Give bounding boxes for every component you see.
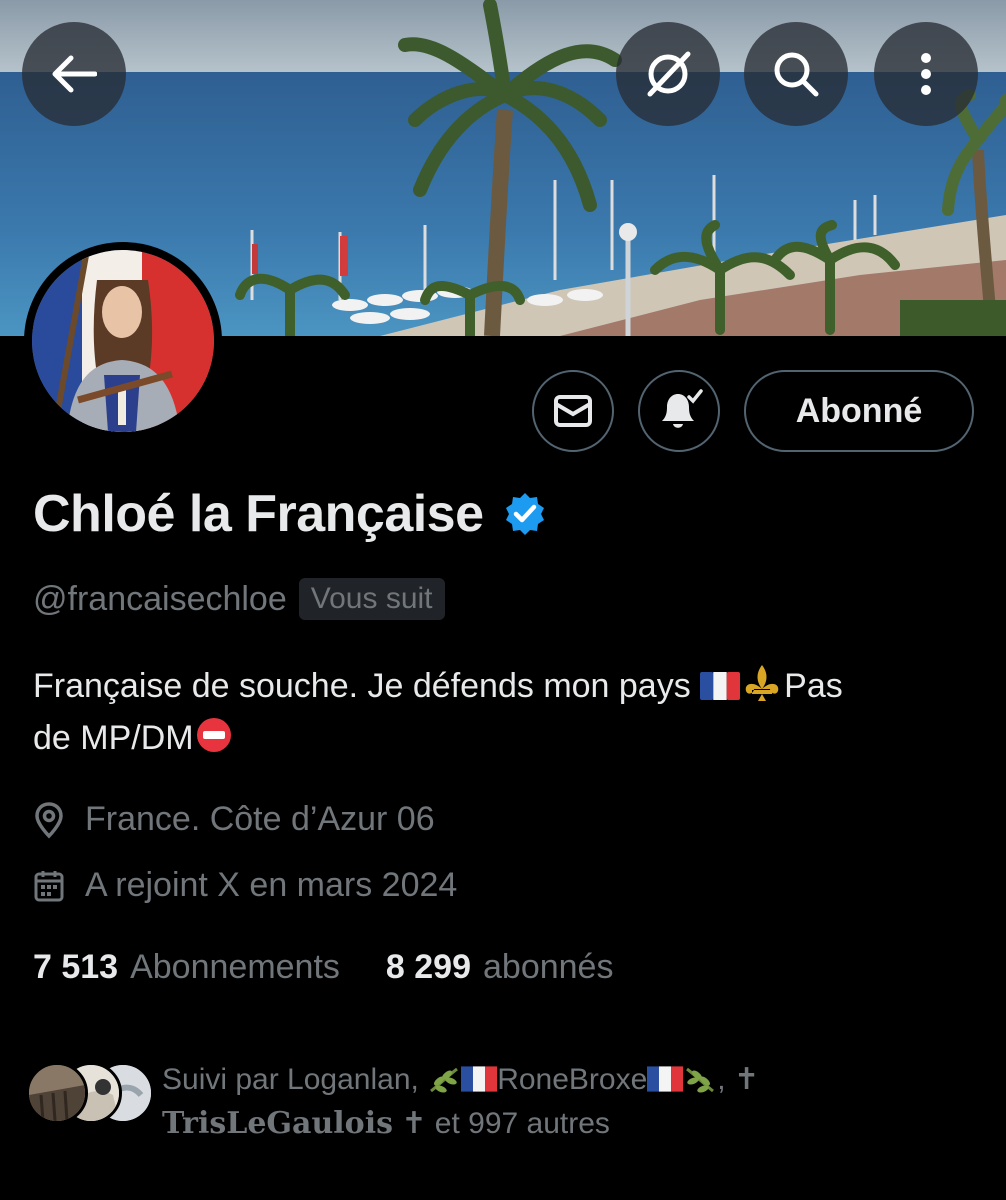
arrow-left-icon [52, 55, 97, 93]
fleur-de-lis-icon [745, 665, 779, 701]
following-count: 7 513 [33, 948, 119, 986]
bio-text-2: de MP/DM [33, 719, 194, 757]
followed-by-prefix: Suivi par Loganlan, [162, 1063, 428, 1096]
more-button[interactable] [874, 22, 978, 126]
mutual-name-3: TrisLeGaulois [162, 1106, 393, 1141]
location-row: France. Côte d’Azur 06 [33, 800, 435, 839]
cross-glyph: ✝ [401, 1107, 427, 1140]
calendar-icon [34, 870, 64, 901]
notifications-button[interactable] [638, 370, 720, 452]
grok-icon [647, 51, 691, 97]
bio-text-1: Française de souche. Je défends mon pays [33, 667, 701, 705]
mutual-name-2: RoneBroxe [497, 1063, 648, 1096]
bell-check-icon [662, 389, 703, 428]
separator: , [717, 1063, 734, 1096]
following-stat[interactable]: 7 513 Abonnements [33, 948, 340, 987]
followers-stat[interactable]: 8 299 abonnés [386, 948, 614, 987]
mail-icon [554, 395, 592, 427]
france-flag-icon [461, 1066, 498, 1092]
bio-text-1-end: Pas [784, 667, 843, 705]
search-icon [774, 52, 819, 97]
joined-row: A rejoint X en mars 2024 [33, 866, 457, 905]
handle-row: @francaisechloe Vous suit [33, 578, 445, 620]
joined-text: A rejoint X en mars 2024 [85, 866, 458, 904]
following-button[interactable]: Abonné [744, 370, 974, 452]
follows-you-badge: Vous suit [298, 578, 445, 620]
search-button[interactable] [744, 22, 848, 126]
followed-by-text: Suivi par Loganlan, RoneBroxe, ✝ TrisLeG… [162, 1058, 862, 1146]
olive-branch-icon [430, 1067, 459, 1093]
follow-stats: 7 513 Abonnements 8 299 abonnés [33, 948, 613, 987]
avatar[interactable] [24, 242, 222, 440]
name-row: Chloé la Française [33, 484, 548, 544]
france-flag-icon [700, 672, 741, 700]
avatar-image [32, 250, 214, 432]
cross-glyph: ✝ [733, 1063, 760, 1096]
back-button[interactable] [22, 22, 126, 126]
bio: Française de souche. Je défends mon pays… [33, 660, 973, 764]
message-button[interactable] [532, 370, 614, 452]
following-label: Abonnements [130, 948, 340, 986]
location-text: France. Côte d’Azur 06 [85, 800, 435, 838]
mutual-avatar [26, 1062, 88, 1124]
followers-count: 8 299 [385, 948, 471, 986]
location-pin-icon [35, 801, 63, 838]
olive-branch-icon [686, 1067, 715, 1093]
followed-by-suffix: et 997 autres [426, 1107, 610, 1140]
grok-button[interactable] [616, 22, 720, 126]
followers-label: abonnés [483, 948, 614, 986]
france-flag-icon [647, 1066, 684, 1092]
mutual-avatars [26, 1058, 154, 1124]
user-handle: @francaisechloe [33, 579, 287, 618]
followed-by-row[interactable]: Suivi par Loganlan, RoneBroxe, ✝ TrisLeG… [26, 1058, 862, 1146]
no-entry-icon [196, 718, 231, 752]
display-name: Chloé la Française [33, 485, 484, 543]
more-vertical-icon [921, 53, 931, 95]
verified-badge-icon [505, 493, 544, 535]
